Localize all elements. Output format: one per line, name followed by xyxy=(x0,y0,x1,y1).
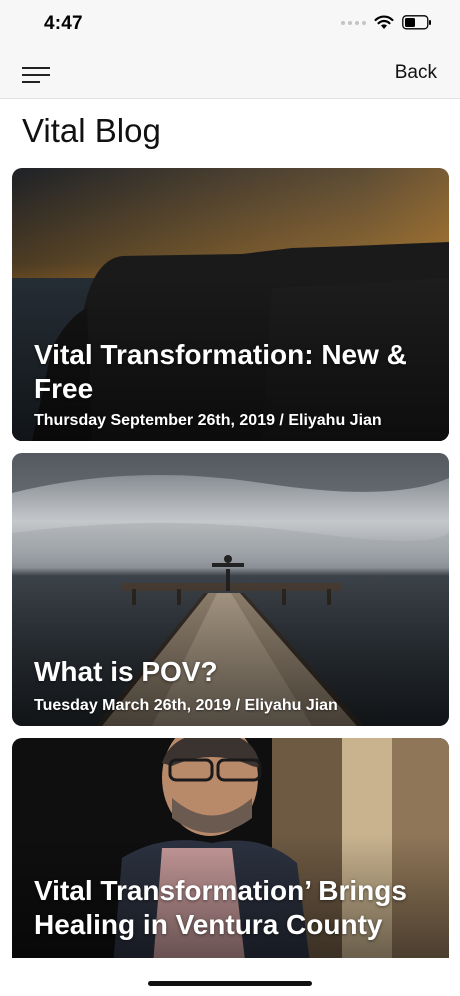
post-title: What is POV? xyxy=(34,656,218,687)
navigation-bar: Back xyxy=(0,50,460,99)
status-bar: 4:47 xyxy=(0,0,460,50)
cellular-signal-icon xyxy=(341,20,366,25)
post-title: Vital Transformation: New & Free xyxy=(34,339,407,404)
bottom-safe-area xyxy=(0,958,460,996)
status-icons xyxy=(341,15,432,30)
status-time: 4:47 xyxy=(44,13,83,34)
post-meta: Tuesday March 26th, 2019 / Eliyahu Jian xyxy=(34,697,338,714)
back-button[interactable]: Back xyxy=(395,62,437,84)
blog-post-card[interactable]: What is POV? Tuesday March 26th, 2019 / … xyxy=(12,453,449,726)
post-meta: Thursday September 26th, 2019 / Eliyahu … xyxy=(34,412,382,429)
post-title: Vital Transformation’ Brings Healing in … xyxy=(34,875,407,940)
home-indicator[interactable] xyxy=(148,981,312,986)
battery-icon xyxy=(402,15,431,30)
page-title: Vital Blog xyxy=(22,112,161,149)
wifi-icon xyxy=(374,15,394,29)
menu-icon[interactable] xyxy=(22,65,52,85)
blog-post-card[interactable]: Vital Transformation: New & Free Thursda… xyxy=(12,168,449,441)
blog-post-card[interactable]: Vital Transformation’ Brings Healing in … xyxy=(12,738,449,978)
